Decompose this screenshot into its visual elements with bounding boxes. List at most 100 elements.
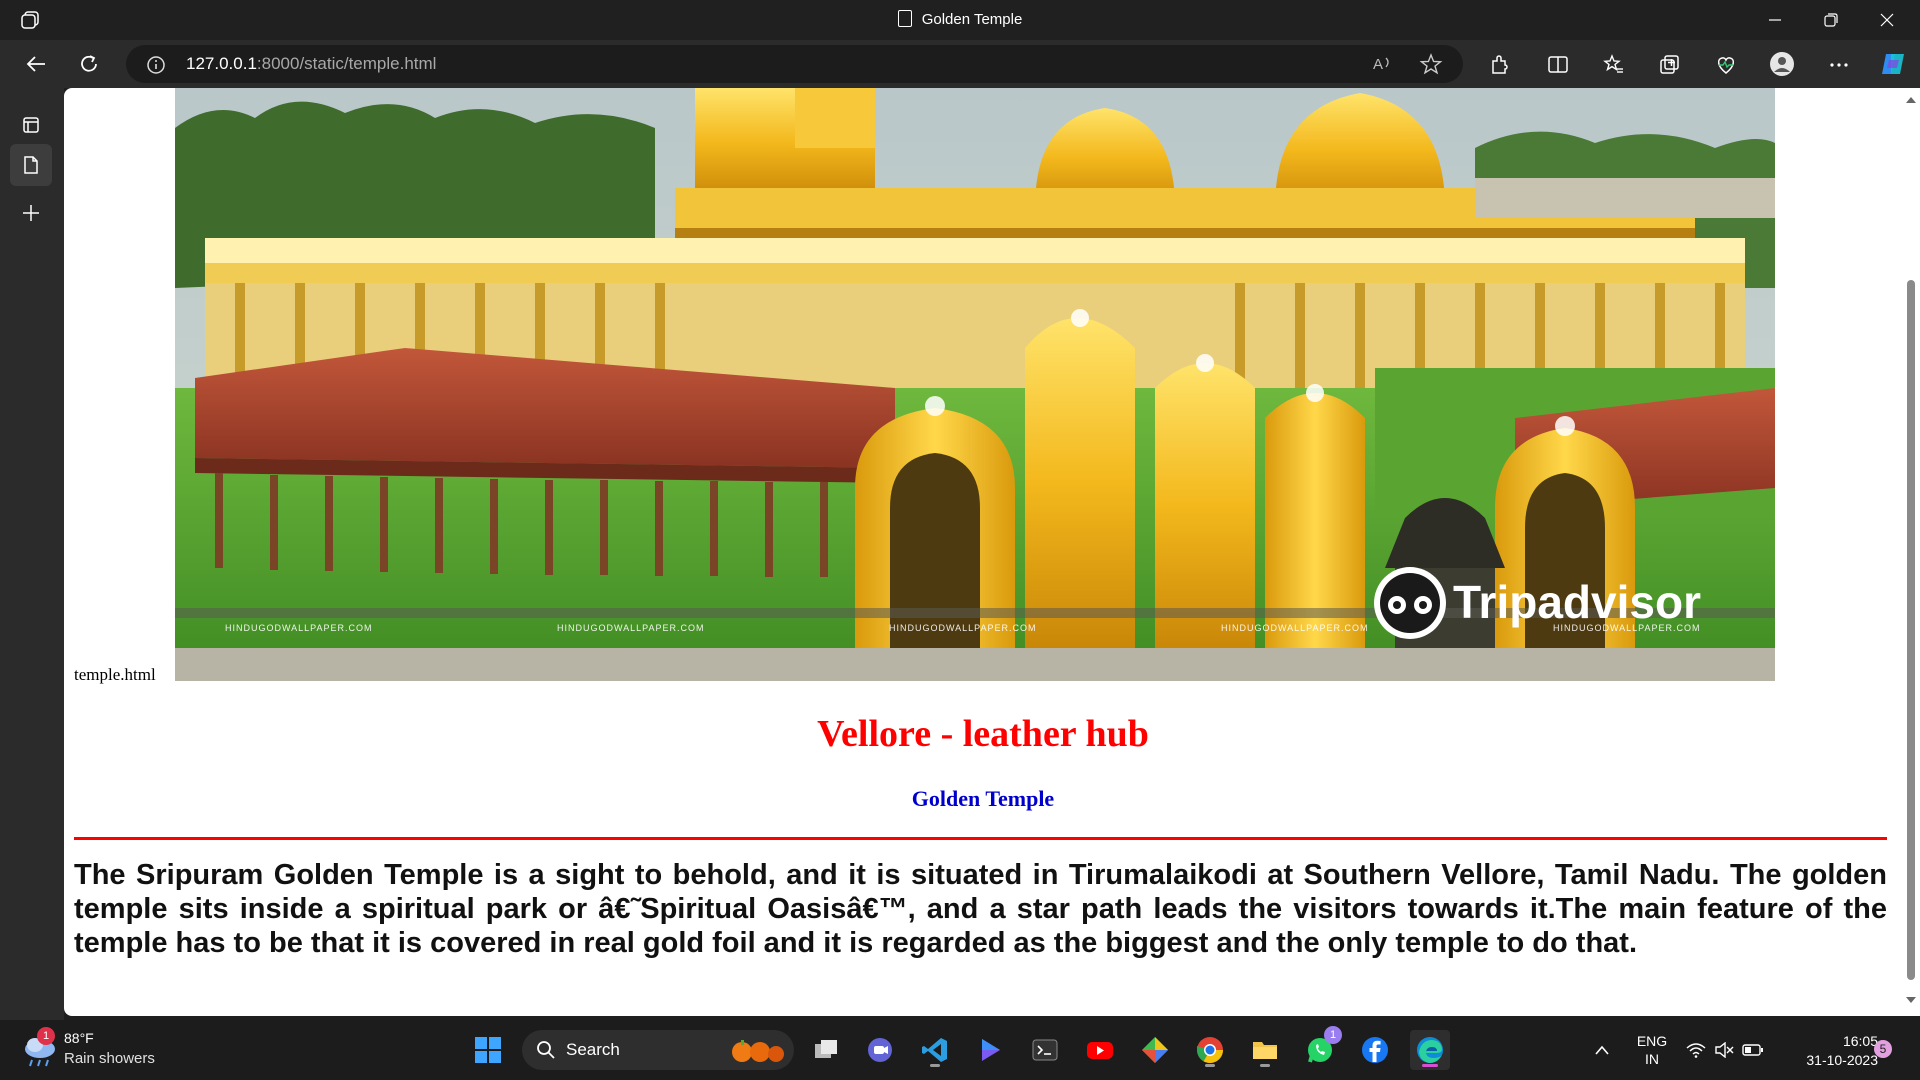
- split-screen-icon: [1548, 56, 1568, 73]
- page-viewport[interactable]: temple.html HINDUGODWALLPAPER.COM HINDUG…: [64, 88, 1902, 1016]
- running-indicator: [1205, 1064, 1215, 1067]
- copilot-button[interactable]: [1876, 48, 1910, 80]
- file-explorer-button[interactable]: [1245, 1030, 1285, 1070]
- url-path: :8000/static/temple.html: [256, 54, 437, 73]
- back-button[interactable]: [18, 48, 52, 80]
- avatar-icon: [1770, 52, 1794, 76]
- vertical-tabs-sidebar: [0, 88, 64, 1020]
- window-title: Golden Temple: [0, 10, 1920, 28]
- golden-temple-image: HINDUGODWALLPAPER.COM HINDUGODWALLPAPER.…: [175, 88, 1775, 681]
- teams-chat-button[interactable]: [860, 1030, 900, 1070]
- vertical-scrollbar[interactable]: [1902, 88, 1920, 1016]
- favorites-list-icon: [1603, 54, 1623, 73]
- running-indicator: [1260, 1064, 1270, 1067]
- edge-button[interactable]: [1410, 1030, 1450, 1070]
- horizontal-rule: [74, 837, 1887, 840]
- puzzle-icon: [1492, 55, 1508, 74]
- watermark-text: HINDUGODWALLPAPER.COM: [1221, 623, 1369, 633]
- taskbar: 1 88°F Rain showers Search 1 ENG IN 16:0…: [0, 1020, 1920, 1080]
- plus-icon: [23, 205, 39, 221]
- new-tab-button[interactable]: [10, 192, 52, 234]
- url-text[interactable]: 127.0.0.1:8000/static/temple.html: [186, 54, 436, 74]
- url-host: 127.0.0.1: [186, 54, 257, 73]
- notification-count-badge[interactable]: 5: [1874, 1040, 1892, 1058]
- window-title-text: Golden Temple: [921, 11, 1023, 28]
- edge-icon: [1417, 1037, 1443, 1063]
- weather-condition: Rain showers: [64, 1050, 155, 1067]
- whatsapp-badge: 1: [1324, 1026, 1342, 1044]
- language-indicator[interactable]: ENG IN: [1628, 1032, 1676, 1068]
- facebook-button[interactable]: [1355, 1030, 1395, 1070]
- refresh-button[interactable]: [72, 48, 106, 80]
- chrome-icon: [1197, 1037, 1223, 1063]
- weather-badge: 1: [37, 1027, 55, 1045]
- description-paragraph: The Sripuram Golden Temple is a sight to…: [74, 859, 1887, 959]
- svg-text:Tripadvisor: Tripadvisor: [1453, 576, 1701, 628]
- read-aloud-icon[interactable]: A: [1371, 53, 1395, 75]
- document-icon: [897, 10, 912, 27]
- scroll-down-arrow-icon[interactable]: [1906, 996, 1916, 1004]
- terminal-icon: [1032, 1039, 1058, 1061]
- volume-muted-icon[interactable]: [1714, 1042, 1734, 1058]
- collections-button[interactable]: [1652, 48, 1686, 80]
- whatsapp-button[interactable]: 1: [1300, 1026, 1342, 1070]
- wifi-icon[interactable]: [1686, 1042, 1706, 1058]
- task-view-button[interactable]: [806, 1030, 846, 1070]
- page-icon: [24, 156, 38, 174]
- halloween-pumpkins-icon: [732, 1040, 784, 1062]
- youtube-button[interactable]: [1080, 1030, 1120, 1070]
- vscode-button[interactable]: [915, 1030, 955, 1070]
- vscode-icon: [922, 1038, 947, 1062]
- back-arrow-icon: [26, 56, 45, 72]
- terminal-button[interactable]: [1025, 1030, 1065, 1070]
- language-bottom: IN: [1645, 1051, 1659, 1067]
- task-view-icon: [815, 1040, 837, 1058]
- restore-button[interactable]: [1804, 0, 1860, 40]
- tab-actions-button[interactable]: [10, 104, 52, 146]
- watermark-text: HINDUGODWALLPAPER.COM: [889, 623, 1037, 633]
- tab-golden-temple[interactable]: [10, 144, 52, 186]
- weather-widget[interactable]: 1 88°F Rain showers: [22, 1027, 222, 1072]
- more-options-button[interactable]: [1821, 48, 1855, 80]
- svg-text:A: A: [1373, 56, 1383, 73]
- favorites-button[interactable]: [1596, 48, 1630, 80]
- page-heading: Vellore - leather hub: [817, 713, 1149, 755]
- address-bar[interactable]: 127.0.0.1:8000/static/temple.html A: [126, 45, 1463, 83]
- language-top: ENG: [1636, 1033, 1668, 1049]
- watermark-text: HINDUGODWALLPAPER.COM: [225, 623, 373, 633]
- minimize-button[interactable]: [1748, 0, 1804, 40]
- profile-button[interactable]: [1765, 48, 1799, 80]
- windows-logo-icon: [475, 1037, 501, 1063]
- folder-icon: [1253, 1042, 1277, 1059]
- restore-icon: [1824, 13, 1838, 27]
- refresh-icon: [81, 55, 97, 72]
- title-bar: Golden Temple: [0, 0, 1920, 40]
- heart-pulse-icon: [1717, 57, 1735, 74]
- collections-icon: [1660, 55, 1679, 74]
- minimize-icon: [1769, 19, 1781, 21]
- copilot-icon: [1882, 54, 1904, 74]
- search-icon: [537, 1041, 555, 1059]
- scrollbar-thumb[interactable]: [1907, 280, 1915, 980]
- watermark-text: HINDUGODWALLPAPER.COM: [557, 623, 705, 633]
- site-info-icon[interactable]: [146, 55, 166, 75]
- taskbar-search[interactable]: Search: [522, 1030, 794, 1070]
- chrome-button[interactable]: [1190, 1030, 1230, 1070]
- git-client-button[interactable]: [1135, 1030, 1175, 1070]
- extensions-button[interactable]: [1482, 48, 1516, 80]
- clock-time: 16:05: [1842, 1033, 1878, 1049]
- chevron-up-icon[interactable]: [1594, 1044, 1610, 1056]
- ellipsis-icon: [1830, 63, 1848, 67]
- start-button[interactable]: [468, 1030, 508, 1070]
- browser-essentials-button[interactable]: [1708, 48, 1742, 80]
- running-indicator: [930, 1064, 940, 1067]
- battery-icon[interactable]: [1742, 1043, 1764, 1057]
- split-screen-button[interactable]: [1540, 48, 1574, 80]
- close-button[interactable]: [1860, 0, 1916, 40]
- scroll-up-arrow-icon[interactable]: [1906, 96, 1916, 104]
- youtube-icon: [1087, 1042, 1113, 1059]
- clock[interactable]: 16:05 31-10-2023: [1782, 1032, 1878, 1070]
- media-player-button[interactable]: [970, 1030, 1010, 1070]
- tab-actions-icon: [23, 117, 39, 133]
- favorite-star-icon[interactable]: [1419, 53, 1443, 75]
